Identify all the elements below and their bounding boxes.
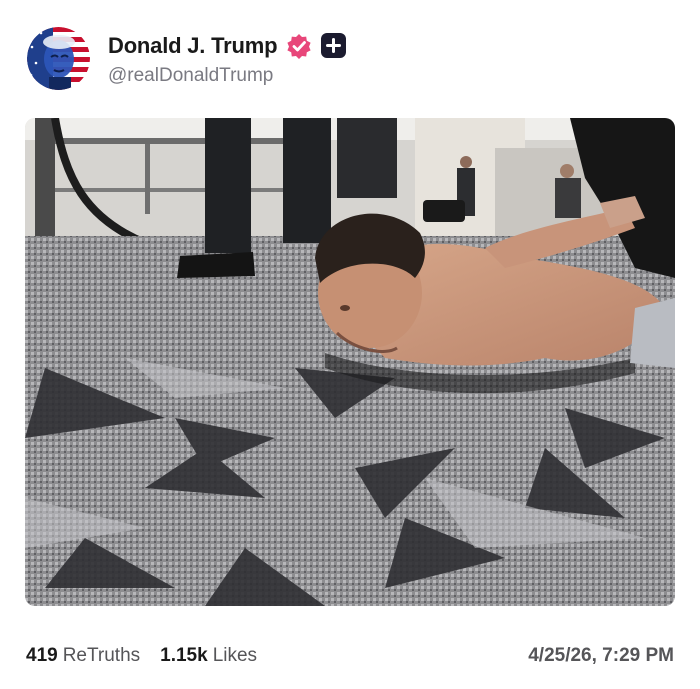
flag-portrait-avatar-icon [27, 27, 90, 90]
post-photo[interactable] [25, 118, 675, 606]
likes-label: Likes [212, 645, 258, 666]
author-info: Donald J. Trump @realDonaldTrump [108, 31, 347, 87]
avatar[interactable] [27, 27, 90, 90]
likes-stat[interactable]: 1.15k Likes [160, 645, 257, 667]
post-timestamp[interactable]: 4/25/26, 7:29 PM [528, 645, 674, 667]
display-name[interactable]: Donald J. Trump [108, 33, 278, 59]
retruths-label: ReTruths [62, 645, 141, 666]
follow-plus-icon[interactable] [321, 33, 347, 58]
user-handle[interactable]: @realDonaldTrump [108, 65, 346, 87]
retruths-count: 419 [26, 645, 58, 666]
verified-badge-icon [286, 33, 312, 59]
photo-image-icon [25, 118, 675, 606]
post-footer: 419 ReTruths 1.15k Likes 4/25/26, 7:29 P… [26, 645, 674, 667]
post-header: Donald J. Trump @realDonaldTrump [27, 27, 347, 90]
retruths-stat[interactable]: 419 ReTruths [26, 645, 140, 667]
likes-count: 1.15k [160, 645, 208, 666]
name-row: Donald J. Trump [108, 31, 347, 61]
